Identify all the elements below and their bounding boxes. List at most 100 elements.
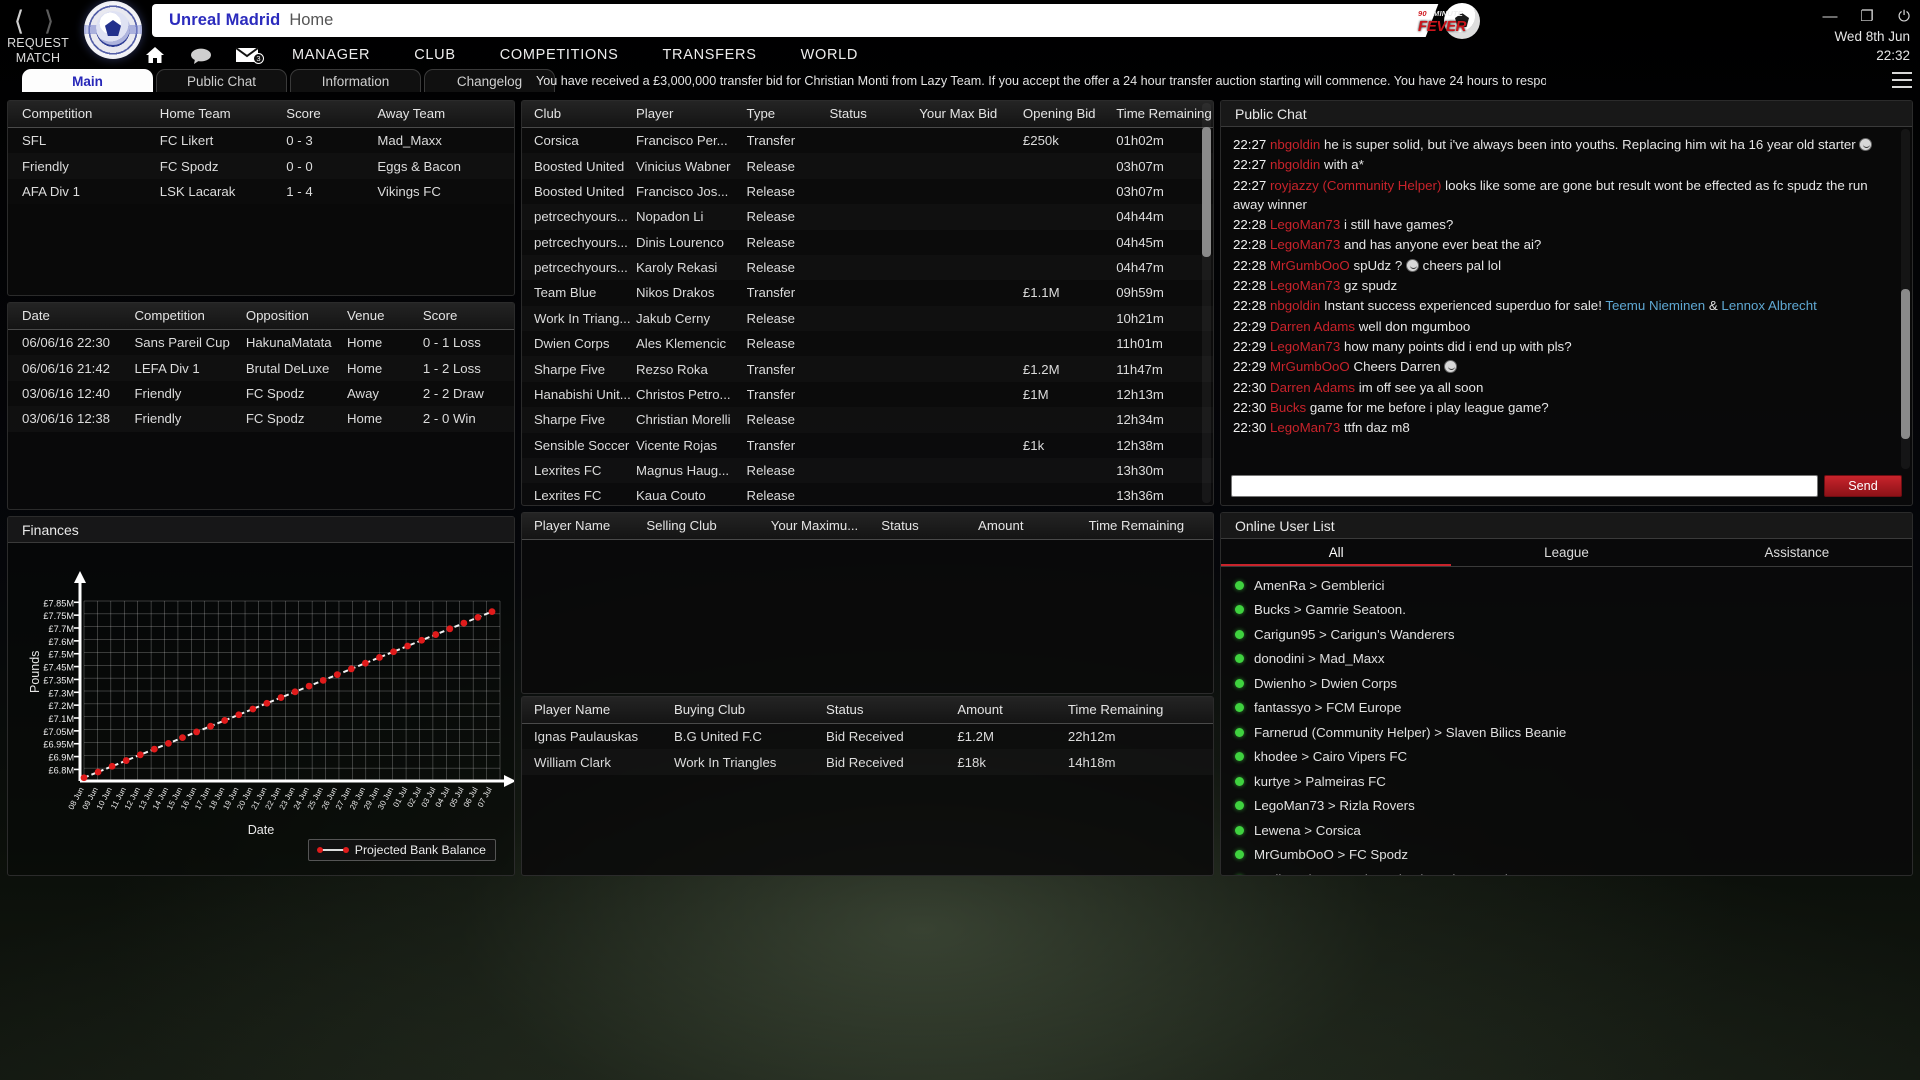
col-type[interactable]: Type <box>746 101 830 128</box>
table-row[interactable]: 06/06/16 21:42 LEFA Div 1 Brutal DeLuxe Hom… <box>8 355 514 380</box>
col-amount[interactable]: Amount <box>978 513 1089 540</box>
minimize-icon[interactable]: — <box>1822 9 1838 26</box>
table-row[interactable]: Corsica Francisco Per... Transfer £250k 01h0… <box>522 128 1213 154</box>
table-row[interactable]: Ignas Paulauskas B.G United F.C Bid Receiv… <box>522 724 1213 750</box>
online-user-item[interactable]: kurtye > Palmeiras FC <box>1221 769 1912 794</box>
online-user-item[interactable]: Dwienho > Dwien Corps <box>1221 671 1912 696</box>
chat-username[interactable]: MrGumbOoO <box>1270 359 1350 374</box>
scrollbar-thumb[interactable] <box>1202 127 1211 257</box>
online-user-item[interactable]: Lewena > Corsica <box>1221 818 1912 843</box>
player-link[interactable]: Lennox Albrecht <box>1721 298 1816 313</box>
tab-information[interactable]: Information <box>290 69 421 92</box>
online-user-item[interactable]: Farnerud (Community Helper) > Slaven Bil… <box>1221 720 1912 745</box>
online-user-item[interactable]: MrGumbOoO > FC Spodz <box>1221 843 1912 868</box>
online-user-item[interactable]: fantassyo > FCM Europe <box>1221 696 1912 721</box>
menu-item-manager[interactable]: MANAGER <box>270 47 392 63</box>
col-opposition[interactable]: Opposition <box>245 303 347 330</box>
table-row[interactable]: 03/06/16 12:38 Friendly FC Spodz Home 2 - 0 … <box>8 406 514 431</box>
chat-username[interactable]: royjazzy (Community Helper) <box>1270 178 1441 193</box>
chat-username[interactable]: LegoMan73 <box>1270 237 1340 252</box>
chat-username[interactable]: LegoMan73 <box>1270 420 1340 435</box>
col-amount[interactable]: Amount <box>957 697 1068 724</box>
table-row[interactable]: Sharpe Five Rezso Roka Transfer £1.2M 11h47m <box>522 356 1213 381</box>
chat-username[interactable]: nbgoldin <box>1270 157 1320 172</box>
col-date[interactable]: Date <box>8 303 135 330</box>
chat-username[interactable]: LegoMan73 <box>1270 217 1340 232</box>
chat-username[interactable]: nbgoldin <box>1270 298 1320 313</box>
col-competition[interactable]: Competition <box>134 303 246 330</box>
online-user-item[interactable]: Nadinos (Community Helper) > Athens Owls <box>1221 867 1912 875</box>
speech-bubble-icon[interactable] <box>178 47 224 64</box>
col-time-remaining[interactable]: Time Remaining <box>1067 697 1213 724</box>
transfer-list-scrollbar[interactable] <box>1202 103 1211 503</box>
table-row[interactable]: Lexrites FC Magnus Haug... Release 13h30m <box>522 458 1213 483</box>
table-row[interactable]: SFL FC Likert 0 - 3 Mad_Maxx <box>8 128 514 154</box>
col-score[interactable]: Score <box>422 303 514 330</box>
chat-username[interactable]: Bucks <box>1270 400 1306 415</box>
back-chevron-left-icon[interactable]: ⟨ <box>4 4 34 38</box>
online-user-item[interactable]: khodee > Cairo Vipers FC <box>1221 745 1912 770</box>
online-user-item[interactable]: donodini > Mad_Maxx <box>1221 647 1912 672</box>
online-user-item[interactable]: Carigun95 > Carigun's Wanderers <box>1221 622 1912 647</box>
table-row[interactable]: Boosted United Francisco Jos... Release 03h… <box>522 179 1213 204</box>
table-row[interactable]: Team Blue Nikos Drakos Transfer £1.1M 09h59m <box>522 280 1213 305</box>
col-buying-club[interactable]: Buying Club <box>674 697 827 724</box>
menu-item-transfers[interactable]: TRANSFERS <box>640 47 778 63</box>
table-row[interactable]: Work In Triang... Jakub Cerny Release 10h21… <box>522 306 1213 331</box>
chat-username[interactable]: Darren Adams <box>1270 380 1355 395</box>
table-row[interactable]: 03/06/16 12:40 Friendly FC Spodz Away 2 - 2 … <box>8 381 514 406</box>
chat-username[interactable]: MrGumbOoO <box>1270 258 1350 273</box>
table-row[interactable]: petrcechyours... Dinis Lourenco Release 04h… <box>522 230 1213 255</box>
tab-league[interactable]: League <box>1451 539 1681 566</box>
table-row[interactable]: Sensible Soccer Vicente Rojas Transfer £1k 1… <box>522 433 1213 458</box>
table-row[interactable]: Dwien Corps Ales Klemencic Release 11h01m <box>522 331 1213 356</box>
chat-input[interactable] <box>1231 475 1818 497</box>
col-competition[interactable]: Competition <box>8 101 160 128</box>
col-player-name[interactable]: Player Name <box>522 697 675 724</box>
scrollbar-thumb[interactable] <box>1901 289 1910 439</box>
col-status[interactable]: Status <box>829 101 920 128</box>
table-row[interactable]: 06/06/16 22:30 Sans Pareil Cup HakunaMatat… <box>8 330 514 356</box>
power-icon[interactable]: ⏻ <box>1896 9 1912 26</box>
table-row[interactable]: petrcechyours... Nopadon Li Release 04h44m <box>522 204 1213 229</box>
table-row[interactable]: William Clark Work In Triangles Bid Receiv… <box>522 749 1213 774</box>
tab-all[interactable]: All <box>1221 539 1452 566</box>
online-user-item[interactable]: AmenRa > Gemblerici <box>1221 573 1912 598</box>
col-player-name[interactable]: Player Name <box>522 513 647 540</box>
col-status[interactable]: Status <box>826 697 958 724</box>
menu-item-club[interactable]: CLUB <box>392 47 477 63</box>
col-status[interactable]: Status <box>881 513 979 540</box>
col-time-remaining[interactable]: Time Remaining <box>1116 101 1213 128</box>
chat-username[interactable]: LegoMan73 <box>1270 278 1340 293</box>
table-row[interactable]: Friendly FC Spodz 0 - 0 Eggs & Bacon <box>8 153 514 178</box>
table-row[interactable]: AFA Div 1 LSK Lacarak 1 - 4 Vikings FC <box>8 179 514 204</box>
col-away-team[interactable]: Away Team <box>377 101 514 128</box>
home-icon[interactable] <box>132 46 178 64</box>
col-home-team[interactable]: Home Team <box>159 101 287 128</box>
col-time-remaining[interactable]: Time Remaining <box>1088 513 1213 540</box>
player-link[interactable]: Teemu Nieminen <box>1605 298 1705 313</box>
restore-icon[interactable]: ❐ <box>1859 9 1875 26</box>
table-row[interactable]: Lexrites FC Kaua Couto Release 13h36m <box>522 483 1213 505</box>
col-player[interactable]: Player <box>636 101 747 128</box>
col-score[interactable]: Score <box>286 101 378 128</box>
table-row[interactable]: Boosted United Vinicius Wabner Release 03h0… <box>522 153 1213 178</box>
online-user-item[interactable]: LegoMan73 > Rizla Rovers <box>1221 794 1912 819</box>
envelope-icon[interactable]: 3 <box>224 47 270 64</box>
tab-public-chat[interactable]: Public Chat <box>156 69 287 92</box>
chat-username[interactable]: Darren Adams <box>1270 319 1355 334</box>
hamburger-menu-icon[interactable] <box>1892 72 1912 88</box>
table-row[interactable]: Hanabishi Unit... Christos Petro... Transf… <box>522 382 1213 407</box>
tab-assistance[interactable]: Assistance <box>1682 539 1912 566</box>
col-selling-club[interactable]: Selling Club <box>646 513 771 540</box>
online-user-item[interactable]: Bucks > Gamrie Seatoon. <box>1221 598 1912 623</box>
chat-username[interactable]: LegoMan73 <box>1270 339 1340 354</box>
col-opening-bid[interactable]: Opening Bid <box>1022 101 1117 128</box>
col-venue[interactable]: Venue <box>347 303 423 330</box>
col-your-max-bid[interactable]: Your Max Bid <box>919 101 1023 128</box>
chat-username[interactable]: nbgoldin <box>1270 137 1320 152</box>
table-row[interactable]: petrcechyours... Karoly Rekasi Release 04h4… <box>522 255 1213 280</box>
table-row[interactable]: Sharpe Five Christian Morelli Release 12h34… <box>522 407 1213 432</box>
menu-item-competitions[interactable]: COMPETITIONS <box>478 47 641 63</box>
forward-chevron-right-icon[interactable]: ⟩ <box>34 4 64 38</box>
